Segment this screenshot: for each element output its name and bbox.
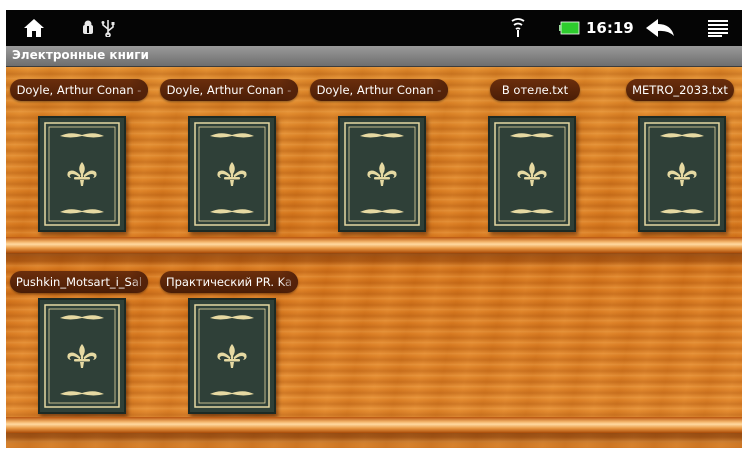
back-icon[interactable] (642, 10, 678, 46)
book-cover[interactable] (188, 116, 276, 232)
battery-icon (558, 10, 582, 46)
fleur-de-lis-icon (67, 162, 97, 186)
shelf-board (6, 417, 742, 433)
menu-icon[interactable] (706, 10, 730, 46)
status-clock: 16:19 (586, 19, 634, 37)
book-cover[interactable] (38, 116, 126, 232)
fleur-de-lis-icon (517, 162, 547, 186)
android-debug-icon (80, 10, 96, 46)
shelf-shadow (6, 253, 742, 267)
bookshelf: Doyle, Arthur Conan - Doyle, Arthur Cona… (6, 67, 742, 448)
book-label[interactable]: В отеле.txt (490, 79, 580, 101)
book-label[interactable]: METRO_2033.txt (626, 79, 734, 101)
usb-icon (100, 10, 116, 46)
fleur-de-lis-icon (217, 344, 247, 368)
fleur-de-lis-icon (217, 162, 247, 186)
shelf-board (6, 237, 742, 253)
fleur-de-lis-icon (667, 162, 697, 186)
book-label[interactable]: Практический PR. Ka (160, 271, 298, 293)
status-bar: 16:19 (6, 10, 742, 46)
fleur-de-lis-icon (367, 162, 397, 186)
home-icon[interactable] (22, 10, 46, 46)
title-bar: Электронные книги (6, 46, 742, 67)
page-title: Электронные книги (12, 48, 149, 62)
book-cover[interactable] (488, 116, 576, 232)
book-cover[interactable] (188, 298, 276, 414)
book-label[interactable]: Doyle, Arthur Conan - (160, 79, 298, 101)
book-cover[interactable] (638, 116, 726, 232)
book-cover[interactable] (338, 116, 426, 232)
book-cover[interactable] (38, 298, 126, 414)
book-label[interactable]: Doyle, Arthur Conan - (310, 79, 448, 101)
wifi-icon (510, 10, 526, 46)
book-label[interactable]: Doyle, Arthur Conan - (10, 79, 148, 101)
shelf-shadow (6, 433, 742, 447)
screen: 16:19 Электронные книги Doyle, Arthur Co… (6, 10, 742, 448)
book-label[interactable]: Pushkin_Motsart_i_Sal (10, 271, 148, 293)
fleur-de-lis-icon (67, 344, 97, 368)
